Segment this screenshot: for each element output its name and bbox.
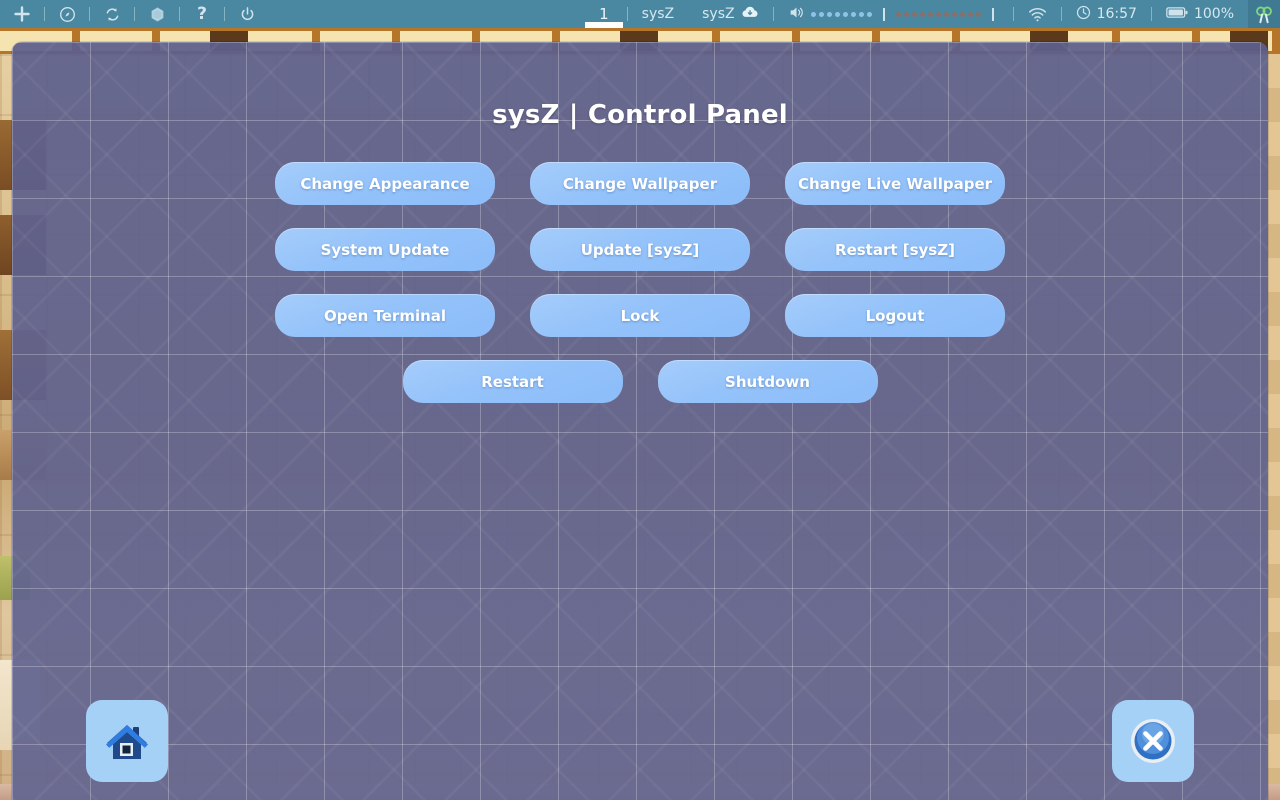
- refresh-icon[interactable]: [90, 0, 134, 28]
- control-button-row: Open Terminal Lock Logout: [275, 294, 1005, 337]
- power-icon[interactable]: [225, 0, 269, 28]
- volume-dot-empty[interactable]: [911, 11, 917, 17]
- volume-marker: [882, 7, 885, 21]
- volume-dot-filled[interactable]: [826, 11, 832, 17]
- volume-level-dots[interactable]: [810, 11, 872, 17]
- volume-indicator[interactable]: [774, 0, 1013, 28]
- control-button-row: Restart Shutdown: [402, 360, 878, 403]
- lock-button[interactable]: Lock: [530, 294, 750, 337]
- restart-sysz-button[interactable]: Restart [sysZ]: [785, 228, 1005, 271]
- volume-remaining-dots[interactable]: [895, 11, 981, 17]
- change-appearance-button[interactable]: Change Appearance: [275, 162, 495, 205]
- volume-dot-empty[interactable]: [959, 11, 965, 17]
- close-icon[interactable]: [1112, 700, 1194, 782]
- clock-label: 16:57: [1096, 6, 1137, 22]
- mascot-icon[interactable]: [1248, 0, 1280, 28]
- updates-label: sysZ: [702, 6, 735, 22]
- compass-icon[interactable]: [45, 0, 89, 28]
- system-update-button[interactable]: System Update: [275, 228, 495, 271]
- cloud-download-icon: [741, 5, 759, 23]
- volume-dot-empty[interactable]: [919, 11, 925, 17]
- open-terminal-button[interactable]: Open Terminal: [275, 294, 495, 337]
- volume-dot-empty[interactable]: [967, 11, 973, 17]
- control-button-grid: Change Appearance Change Wallpaper Change …: [12, 162, 1268, 403]
- volume-dot-empty[interactable]: [975, 11, 981, 17]
- clock-icon: [1076, 5, 1091, 24]
- system-top-bar: ? 1 sysZ sysZ 16:57 100%: [0, 0, 1280, 28]
- clock-indicator[interactable]: 16:57: [1062, 0, 1151, 28]
- package-icon[interactable]: [135, 0, 179, 28]
- battery-label: 100%: [1193, 6, 1234, 22]
- speaker-icon: [788, 5, 805, 24]
- volume-dot-empty[interactable]: [895, 11, 901, 17]
- volume-dot-filled[interactable]: [818, 11, 824, 17]
- volume-dot-filled[interactable]: [842, 11, 848, 17]
- volume-dot-empty[interactable]: [903, 11, 909, 17]
- restart-button[interactable]: Restart: [402, 360, 623, 403]
- volume-dot-filled[interactable]: [850, 11, 856, 17]
- add-icon[interactable]: [0, 0, 44, 28]
- control-panel-window: sysZ | Control Panel Change Appearance Ch…: [12, 42, 1268, 800]
- change-wallpaper-button[interactable]: Change Wallpaper: [530, 162, 750, 205]
- volume-dot-empty[interactable]: [927, 11, 933, 17]
- volume-dot-filled[interactable]: [810, 11, 816, 17]
- logout-button[interactable]: Logout: [785, 294, 1005, 337]
- home-icon[interactable]: [86, 700, 168, 782]
- help-icon[interactable]: ?: [180, 0, 224, 28]
- volume-dot-empty[interactable]: [935, 11, 941, 17]
- volume-dot-empty[interactable]: [951, 11, 957, 17]
- volume-dot-filled[interactable]: [834, 11, 840, 17]
- workspace-indicator[interactable]: 1: [581, 0, 627, 28]
- control-button-row: System Update Update [sysZ] Restart [sysZ]: [275, 228, 1005, 271]
- active-window-title: sysZ: [641, 6, 675, 22]
- change-live-wallpaper-button[interactable]: Change Live Wallpaper: [785, 162, 1005, 205]
- page-title: sysZ | Control Panel: [492, 100, 788, 130]
- shutdown-button[interactable]: Shutdown: [657, 360, 878, 403]
- volume-dot-filled[interactable]: [858, 11, 864, 17]
- volume-dot-filled[interactable]: [866, 11, 872, 17]
- volume-end-marker: [991, 7, 994, 21]
- wifi-icon[interactable]: [1014, 0, 1061, 28]
- wallpaper-right-panel: [1266, 54, 1280, 784]
- updates-indicator[interactable]: sysZ: [688, 0, 772, 28]
- battery-icon: [1166, 6, 1188, 23]
- battery-indicator[interactable]: 100%: [1152, 0, 1248, 28]
- update-sysz-button[interactable]: Update [sysZ]: [530, 228, 750, 271]
- volume-dot-empty[interactable]: [943, 11, 949, 17]
- topbar-left-group: ?: [0, 0, 269, 28]
- control-button-row: Change Appearance Change Wallpaper Change …: [275, 162, 1005, 205]
